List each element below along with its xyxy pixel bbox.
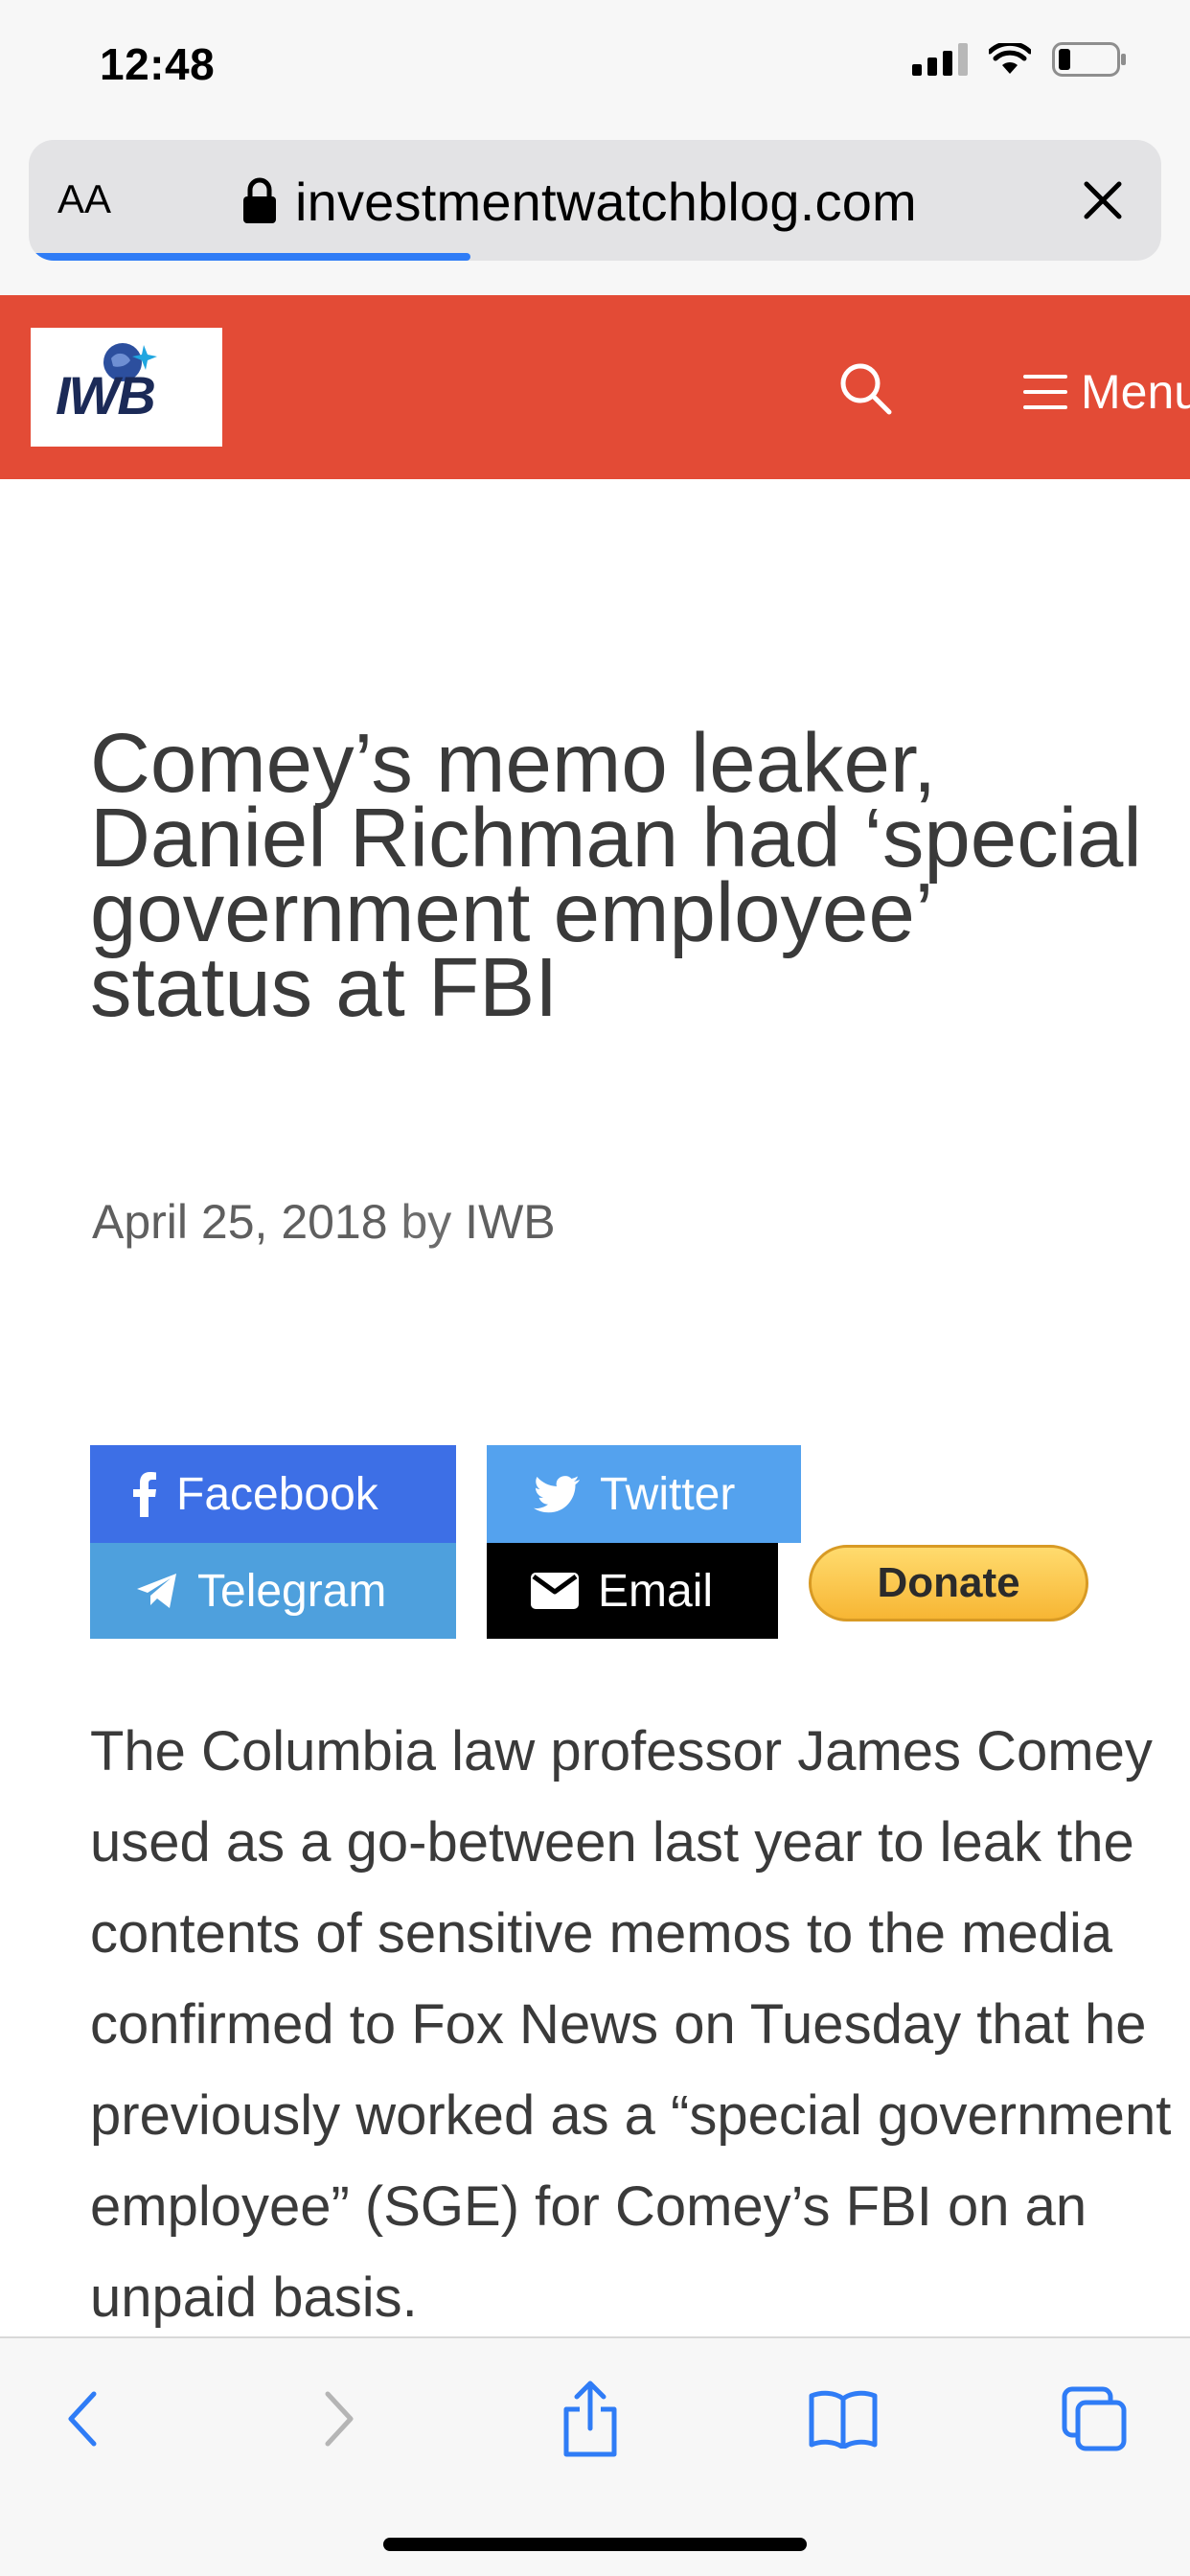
facebook-label: Facebook [176, 1468, 378, 1520]
logo-text: IWB [56, 365, 156, 426]
envelope-icon [531, 1573, 579, 1609]
page-load-progress [29, 253, 470, 261]
status-time: 12:48 [100, 39, 216, 89]
article-title: Comey’s memo leaker, Daniel Richman had … [90, 717, 1142, 1034]
twitter-share-button[interactable]: Twitter [487, 1445, 801, 1543]
email-label: Email [598, 1565, 714, 1617]
site-header: IWB Menu [0, 295, 1190, 479]
address-bar[interactable]: AA investmentwatchblog.com [29, 140, 1161, 261]
browser-toolbar [0, 2336, 1190, 2576]
article-author[interactable]: IWB [465, 1195, 555, 1249]
telegram-label: Telegram [197, 1565, 387, 1617]
byline-by: by [400, 1195, 452, 1249]
cellular-signal-icon [912, 43, 968, 76]
facebook-share-button[interactable]: Facebook [90, 1445, 456, 1543]
battery-icon [1052, 42, 1126, 77]
facebook-icon [132, 1471, 157, 1517]
forward-button[interactable] [301, 2380, 378, 2457]
search-icon[interactable] [837, 360, 893, 416]
email-share-button[interactable]: Email [487, 1543, 778, 1639]
site-logo[interactable]: IWB [31, 328, 222, 447]
page: 12:48 AA investmentwatchblog.com IWB Men… [0, 0, 1190, 2576]
tabs-button[interactable] [1056, 2380, 1133, 2457]
wifi-icon [989, 43, 1031, 74]
share-icon [563, 2380, 617, 2457]
book-icon [809, 2390, 878, 2449]
article-meta: April 25, 2018 by IWB [92, 1194, 556, 1250]
donate-button[interactable]: Donate [809, 1545, 1088, 1622]
back-button[interactable] [44, 2380, 121, 2457]
address-bar-area: AA investmentwatchblog.com [0, 130, 1190, 295]
text-size-button[interactable]: AA [57, 176, 111, 222]
url-text[interactable]: investmentwatchblog.com [295, 171, 917, 233]
twitter-label: Twitter [600, 1468, 736, 1520]
bookmarks-button[interactable] [805, 2380, 881, 2457]
lock-icon [243, 177, 276, 223]
hamburger-icon [1023, 375, 1067, 409]
status-icons [912, 42, 1127, 77]
telegram-icon [136, 1573, 178, 1609]
home-indicator[interactable] [383, 2538, 807, 2551]
menu-button[interactable]: Menu [1023, 364, 1190, 420]
tabs-icon [1062, 2386, 1127, 2451]
article-date[interactable]: April 25, 2018 [92, 1195, 388, 1249]
close-icon[interactable] [1077, 174, 1129, 226]
article-body: The Columbia law professor James Comey u… [90, 1720, 1172, 2329]
status-bar: 12:48 [0, 0, 1190, 130]
telegram-share-button[interactable]: Telegram [90, 1543, 456, 1639]
twitter-icon [533, 1475, 581, 1513]
share-button[interactable] [552, 2380, 629, 2457]
chevron-left-icon [68, 2391, 97, 2447]
chevron-right-icon [325, 2391, 354, 2447]
menu-label: Menu [1081, 365, 1190, 419]
